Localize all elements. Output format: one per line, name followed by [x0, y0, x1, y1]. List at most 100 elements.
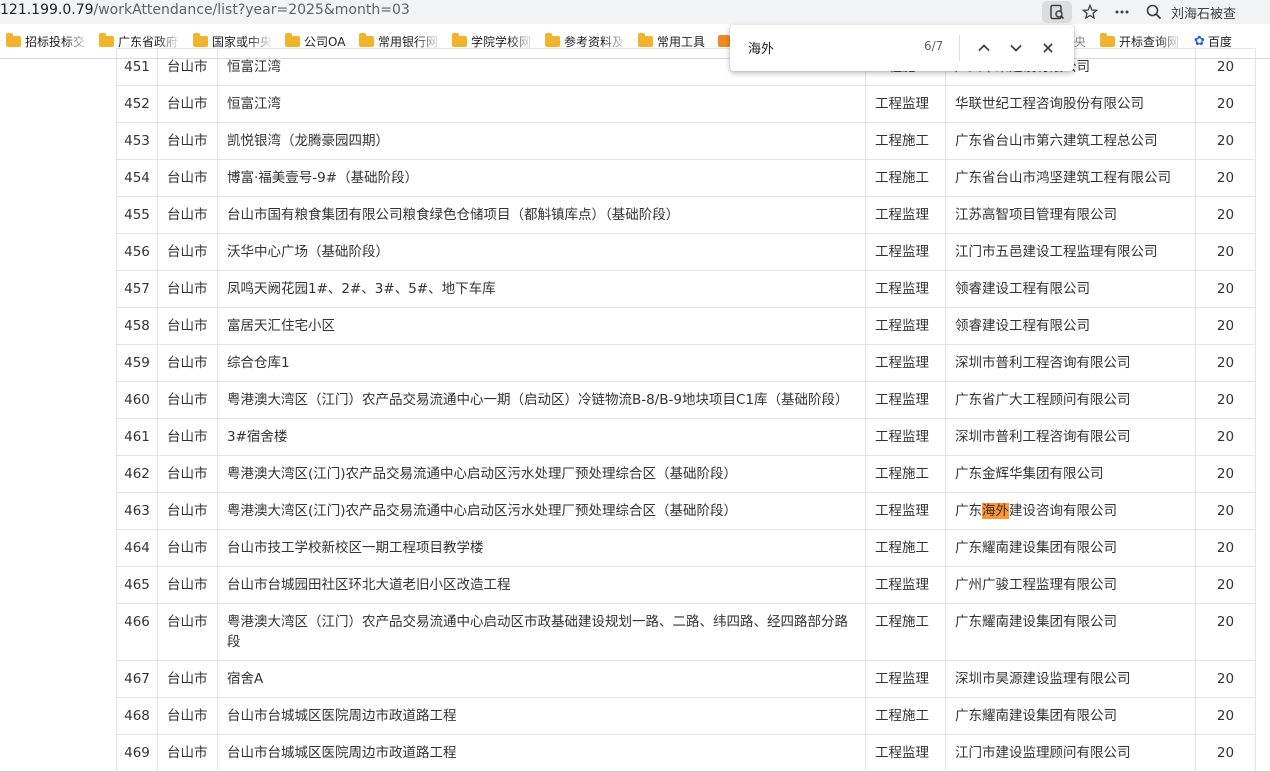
table-row: 469 台山市 台山市台城城区医院周边市政道路工程 工程监理 江门市建设监理顾问有限公司… — [116, 734, 1256, 772]
cell-city: 台山市 — [157, 697, 218, 735]
find-divider — [959, 35, 960, 61]
folder-icon — [99, 32, 114, 47]
cell-company-name: 广东省广大工程顾问有限公司 — [945, 381, 1196, 419]
profile-search-button[interactable]: 刘海石被查 — [1146, 0, 1236, 24]
cell-row-number: 464 — [116, 529, 158, 567]
cell-work-type: 工程监理 — [865, 660, 946, 698]
cell-project-name: 台山市技工学校新校区一期工程项目教学楼 — [217, 529, 866, 567]
bookmark-label: 央 — [1074, 34, 1087, 49]
cell-row-number: 452 — [116, 85, 158, 123]
cell-city: 台山市 — [157, 492, 218, 530]
find-bar: 6/7 — [730, 25, 1074, 71]
find-match-count: 6/7 — [924, 39, 944, 53]
table-row: 459 台山市 综合仓库1 工程监理 深圳市普利工程咨询有限公司 20 — [116, 344, 1256, 382]
cell-score: 20 — [1195, 660, 1256, 698]
bookmark-label: 招标投标交 — [25, 34, 86, 49]
table-row: 461 台山市 3#宿舍楼 工程监理 深圳市普利工程咨询有限公司 20 — [116, 418, 1256, 456]
cell-work-type: 工程监理 — [865, 734, 946, 772]
cell-project-name: 台山市国有粮食集团有限公司粮食绿色仓储项目（都斛镇库点）（基础阶段） — [217, 196, 866, 234]
cell-project-name: 3#宿舍楼 — [217, 418, 866, 456]
cell-company-name: 广东耀南建设集团有限公司 — [945, 697, 1196, 735]
cell-company-name: 深圳市昊源建设监理有限公司 — [945, 660, 1196, 698]
table-row: 463 台山市 粤港澳大湾区(江门)农产品交易流通中心启动区污水处理厂预处理综合区（… — [116, 492, 1256, 530]
cell-company-name: 广东金辉华集团有限公司 — [945, 455, 1196, 493]
cell-work-type: 工程施工 — [865, 603, 946, 661]
cell-city: 台山市 — [157, 48, 218, 86]
cell-row-number: 468 — [116, 697, 158, 735]
bookmark-label: 广东省政府 — [118, 34, 179, 49]
cell-work-type: 工程监理 — [865, 566, 946, 604]
cell-company-name: 领睿建设工程有限公司 — [945, 270, 1196, 308]
table-row: 455 台山市 台山市国有粮食集团有限公司粮食绿色仓储项目（都斛镇库点）（基础阶段）… — [116, 196, 1256, 234]
cell-project-name: 综合仓库1 — [217, 344, 866, 382]
cell-score: 20 — [1195, 418, 1256, 456]
cell-work-type: 工程监理 — [865, 196, 946, 234]
cell-project-name: 粤港澳大湾区（江门）农产品交易流通中心一期（启动区）冷链物流B-8/B-9地块项… — [217, 381, 866, 419]
table-row: 467 台山市 宿舍A 工程监理 深圳市昊源建设监理有限公司 20 — [116, 660, 1256, 698]
bookmark-label: 开标查询网 — [1119, 34, 1180, 49]
cell-score: 20 — [1195, 270, 1256, 308]
cell-work-type: 工程施工 — [865, 697, 946, 735]
cell-company-name: 广东省台山市第六建筑工程总公司 — [945, 122, 1196, 160]
cell-city: 台山市 — [157, 660, 218, 698]
cell-city: 台山市 — [157, 196, 218, 234]
bookmark-label: 常用工具 — [657, 34, 706, 49]
cell-project-name: 富居天汇住宅小区 — [217, 307, 866, 345]
close-icon — [1043, 43, 1053, 53]
cell-city: 台山市 — [157, 381, 218, 419]
bookmark-star-icon[interactable] — [1075, 0, 1105, 24]
table-row: 466 台山市 粤港澳大湾区（江门）农产品交易流通中心启动区市政基础建设规划一路、二… — [116, 603, 1256, 661]
bookmark-folder[interactable]: 招标投标交 — [6, 32, 90, 50]
profile-name: 刘海石被查 — [1171, 6, 1237, 22]
cell-city: 台山市 — [157, 159, 218, 197]
cell-work-type: 工程监理 — [865, 418, 946, 456]
cell-city: 台山市 — [157, 734, 218, 772]
table-row: 456 台山市 沃华中心广场（基础阶段） 工程监理 江门市五邑建设工程监理有限公司 20 — [116, 233, 1256, 271]
cell-score: 20 — [1195, 122, 1256, 160]
cell-score: 20 — [1195, 529, 1256, 567]
folder-icon — [452, 32, 467, 47]
cell-company-name: 领睿建设工程有限公司 — [945, 307, 1196, 345]
cell-row-number: 460 — [116, 381, 158, 419]
cell-row-number: 451 — [116, 48, 158, 86]
cell-row-number: 456 — [116, 233, 158, 271]
cell-score: 20 — [1195, 196, 1256, 234]
table-row: 462 台山市 粤港澳大湾区(江门)农产品交易流通中心启动区污水处理厂预处理综合区（… — [116, 455, 1256, 493]
more-options-icon[interactable] — [1107, 0, 1137, 24]
table-row: 464 台山市 台山市技工学校新校区一期工程项目教学楼 工程施工 广东耀南建设集团有限公… — [116, 529, 1256, 567]
find-in-page-icon[interactable] — [1042, 1, 1072, 23]
cell-project-name: 博富·福美壹号-9#（基础阶段） — [217, 159, 866, 197]
table-row: 452 台山市 恒富江湾 工程监理 华联世纪工程咨询股份有限公司 20 — [116, 85, 1256, 123]
find-input[interactable] — [748, 36, 898, 58]
table-row: 453 台山市 凯悦银湾（龙腾豪园四期） 工程施工 广东省台山市第六建筑工程总公司 20 — [116, 122, 1256, 160]
find-close-button[interactable] — [1036, 36, 1060, 60]
cell-company-name: 江门市建设监理顾问有限公司 — [945, 734, 1196, 772]
cell-city: 台山市 — [157, 418, 218, 456]
folder-icon — [1100, 32, 1115, 47]
attendance-table-body: 451台山市恒富江湾工程施工广州华荣建设有限公司20452台山市恒富江湾工程监理… — [116, 48, 1256, 772]
address-bar[interactable]: 121.199.0.79/workAttendance/list?year=20… — [0, 0, 1270, 24]
cell-row-number: 458 — [116, 307, 158, 345]
cell-score: 20 — [1195, 159, 1256, 197]
cell-company-name: 广东耀南建设集团有限公司 — [945, 529, 1196, 567]
cell-row-number: 461 — [116, 418, 158, 456]
cell-row-number: 463 — [116, 492, 158, 530]
cell-work-type: 工程监理 — [865, 85, 946, 123]
url-text[interactable]: 121.199.0.79/workAttendance/list?year=20… — [0, 2, 410, 18]
cell-score: 20 — [1195, 381, 1256, 419]
cell-project-name: 台山市台城园田社区环北大道老旧小区改造工程 — [217, 566, 866, 604]
folder-icon — [545, 32, 560, 47]
attendance-table: 451台山市恒富江湾工程施工广州华荣建设有限公司20452台山市恒富江湾工程监理… — [116, 48, 1256, 772]
folder-icon — [285, 32, 300, 47]
cell-score: 20 — [1195, 233, 1256, 271]
cell-work-type: 工程监理 — [865, 233, 946, 271]
bookmark-label: 百度 — [1207, 34, 1232, 49]
cell-project-name: 粤港澳大湾区(江门)农产品交易流通中心启动区污水处理厂预处理综合区（基础阶段） — [217, 455, 866, 493]
cell-row-number: 462 — [116, 455, 158, 493]
find-next-button[interactable] — [1004, 36, 1028, 60]
cell-row-number: 453 — [116, 122, 158, 160]
cell-project-name: 粤港澳大湾区（江门）农产品交易流通中心启动区市政基础建设规划一路、二路、纬四路、… — [217, 603, 866, 661]
find-previous-button[interactable] — [972, 36, 996, 60]
cell-score: 20 — [1195, 48, 1256, 86]
cell-city: 台山市 — [157, 529, 218, 567]
